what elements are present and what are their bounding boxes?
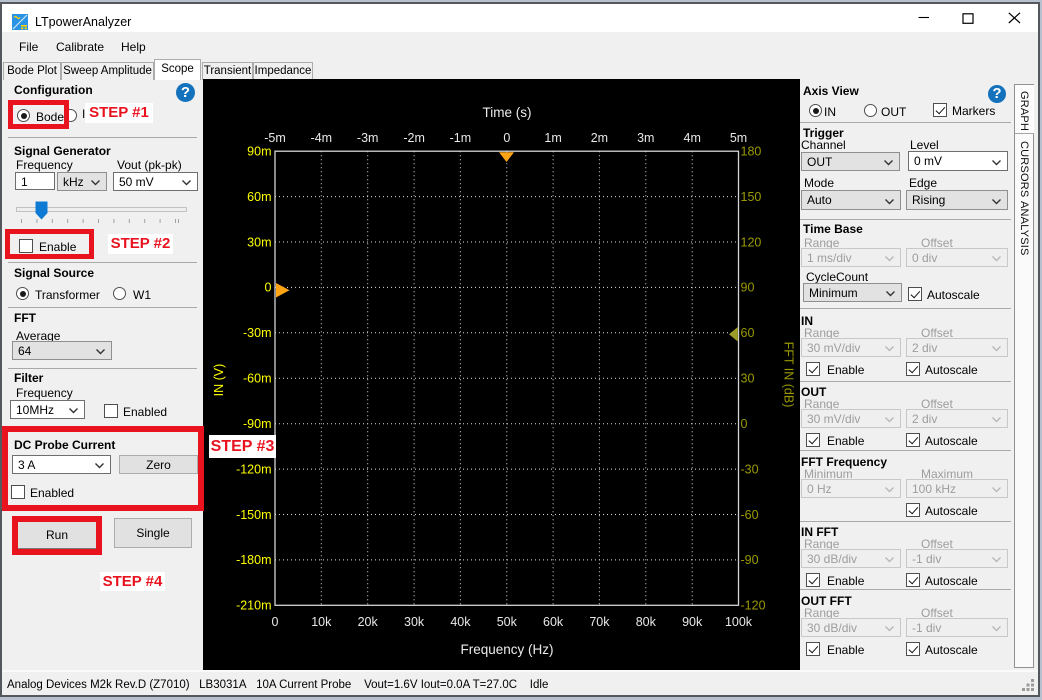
svg-text:90: 90 — [741, 281, 755, 295]
svg-text:Time (s): Time (s) — [483, 105, 532, 120]
svg-text:IN (V): IN (V) — [212, 364, 226, 397]
svg-text:3m: 3m — [637, 131, 654, 145]
svg-text:60: 60 — [741, 326, 755, 340]
svg-text:0: 0 — [503, 131, 510, 145]
svg-text:150: 150 — [741, 190, 762, 204]
svg-text:70k: 70k — [589, 615, 610, 629]
svg-text:-150m: -150m — [236, 508, 271, 522]
svg-text:4m: 4m — [684, 131, 701, 145]
svg-text:30k: 30k — [404, 615, 425, 629]
svg-text:90k: 90k — [682, 615, 703, 629]
svg-text:30m: 30m — [247, 235, 271, 249]
svg-text:20k: 20k — [358, 615, 379, 629]
svg-text:60k: 60k — [543, 615, 564, 629]
svg-text:-120: -120 — [741, 599, 766, 613]
svg-text:-210m: -210m — [236, 599, 271, 613]
svg-text:-2m: -2m — [403, 131, 425, 145]
svg-text:120: 120 — [741, 235, 762, 249]
svg-text:-3m: -3m — [357, 131, 379, 145]
svg-text:-60m: -60m — [243, 372, 271, 386]
svg-text:FFT IN (dB): FFT IN (dB) — [782, 342, 796, 408]
svg-text:-90: -90 — [741, 553, 759, 567]
svg-text:2m: 2m — [591, 131, 608, 145]
svg-text:-60: -60 — [741, 508, 759, 522]
svg-text:Frequency (Hz): Frequency (Hz) — [460, 642, 553, 657]
svg-text:-90m: -90m — [243, 417, 271, 431]
svg-text:-120m: -120m — [236, 462, 271, 476]
svg-text:90m: 90m — [247, 145, 271, 159]
svg-text:180: 180 — [741, 145, 762, 159]
svg-text:0: 0 — [265, 281, 272, 295]
svg-text:100k: 100k — [725, 615, 753, 629]
svg-text:-30m: -30m — [243, 326, 271, 340]
svg-text:-4m: -4m — [311, 131, 333, 145]
svg-text:60m: 60m — [247, 190, 271, 204]
svg-text:-30: -30 — [741, 462, 759, 476]
svg-text:1m: 1m — [544, 131, 561, 145]
svg-text:-1m: -1m — [450, 131, 472, 145]
svg-text:5m: 5m — [730, 131, 747, 145]
svg-text:40k: 40k — [450, 615, 471, 629]
svg-text:50k: 50k — [497, 615, 518, 629]
svg-text:-180m: -180m — [236, 553, 271, 567]
svg-text:0: 0 — [741, 417, 748, 431]
svg-text:30: 30 — [741, 372, 755, 386]
svg-text:80k: 80k — [636, 615, 657, 629]
svg-text:-5m: -5m — [264, 131, 286, 145]
svg-text:10k: 10k — [311, 615, 332, 629]
svg-text:0: 0 — [272, 615, 279, 629]
